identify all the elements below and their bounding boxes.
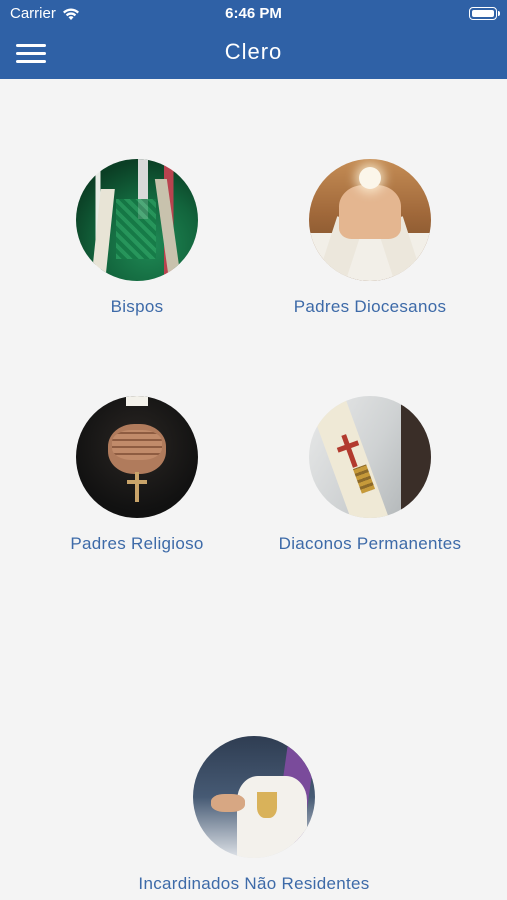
tile-label: Padres Diocesanos [293, 297, 447, 316]
page-title: Clero [224, 39, 283, 64]
navigation-bar: Clero [0, 28, 507, 79]
incardinados-image [193, 736, 315, 858]
tile-padres-religioso[interactable]: Padres Religioso [7, 396, 267, 554]
battery-icon [469, 7, 500, 20]
tile-bispos[interactable]: Bispos [7, 159, 267, 317]
tile-label: Incardinados Não Residentes [138, 874, 370, 893]
tile-padres-diocesanos[interactable]: Padres Diocesanos [240, 159, 500, 317]
tile-label: Diaconos Permanentes [278, 534, 462, 553]
tile-diaconos-permanentes[interactable]: Diaconos Permanentes [240, 396, 500, 554]
bispos-image [76, 159, 198, 281]
status-bar: Carrier 6:46 PM [0, 0, 507, 28]
status-time: 6:46 PM [225, 5, 282, 22]
padres-religioso-image [76, 396, 198, 518]
padres-diocesanos-image [309, 159, 431, 281]
tile-label: Padres Religioso [70, 534, 204, 553]
tile-label: Bispos [110, 297, 164, 316]
tile-incardinados-nao-residentes[interactable]: Incardinados Não Residentes [124, 736, 384, 894]
diaconos-permanentes-image [309, 396, 431, 518]
app-header: Carrier 6:46 PM Clero [0, 0, 507, 79]
